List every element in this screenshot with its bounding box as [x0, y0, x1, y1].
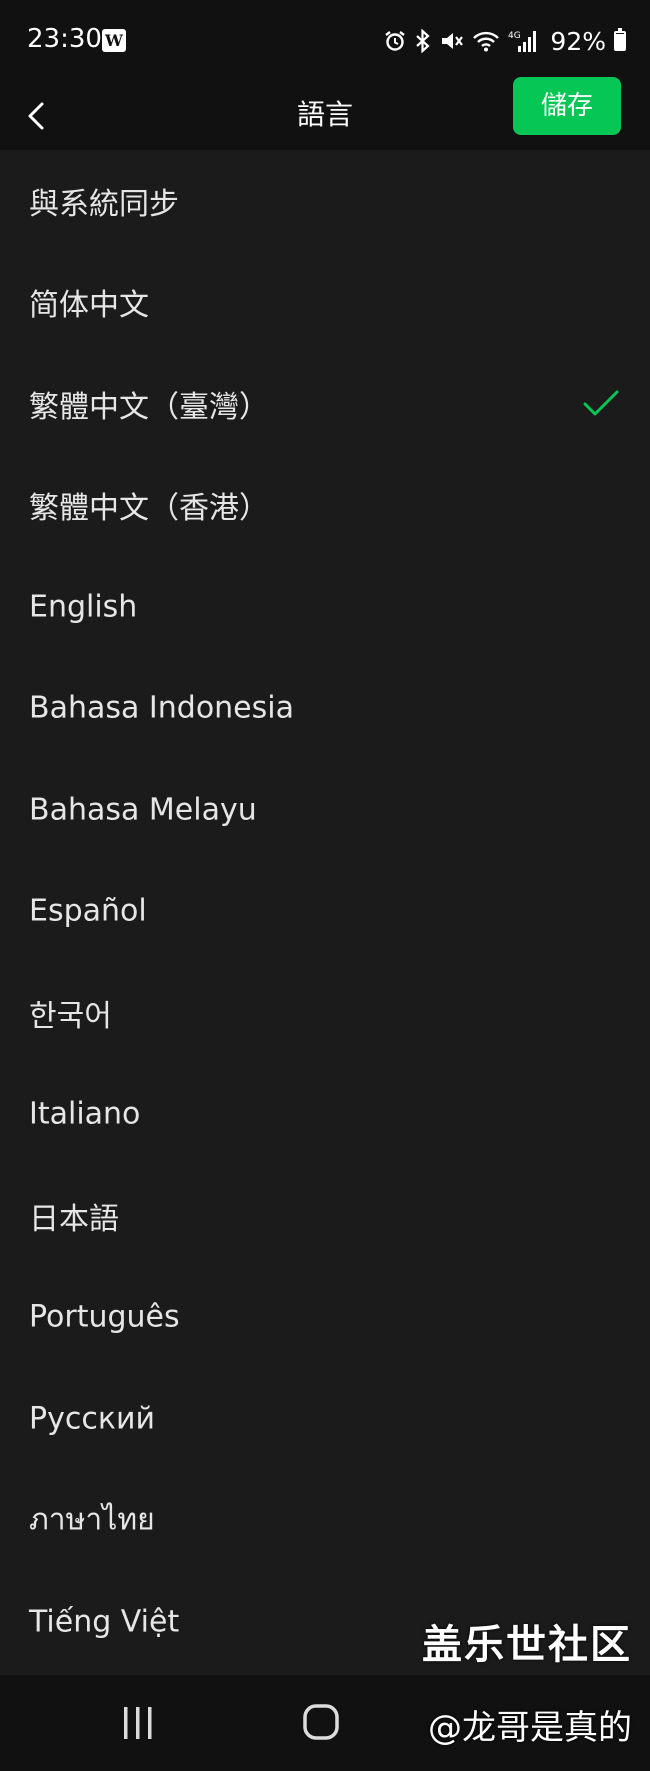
battery-icon	[614, 28, 626, 51]
bluetooth-icon	[416, 29, 431, 53]
alarm-icon	[385, 31, 406, 51]
language-item[interactable]: Bahasa Indonesia	[0, 658, 650, 760]
language-list: 與系統同步简体中文繁體中文（臺灣） 繁體中文（香港） English Bahasa I…	[0, 150, 650, 1675]
screen: 23:30 W 4G 92% 語言 儲存 與系統同步 简体中文 繁體中文（臺灣）…	[0, 0, 650, 1771]
language-item[interactable]: 简体中文	[0, 252, 650, 354]
home-button[interactable]	[302, 1703, 340, 1741]
wifi-icon	[473, 31, 500, 52]
language-label: Bahasa Melayu	[29, 792, 257, 828]
recents-icon	[124, 1707, 152, 1739]
watermark-handle: @龙哥是真的	[428, 1708, 632, 1748]
cellular-signal-icon: 4G	[508, 31, 537, 52]
battery-level	[616, 34, 624, 49]
language-item[interactable]: English	[0, 556, 650, 658]
language-label: 한국어	[29, 998, 112, 1034]
language-label: Português	[29, 1299, 180, 1335]
header: 語言 儲存	[0, 77, 650, 150]
status-time: 23:30	[27, 24, 102, 54]
home-icon	[303, 1704, 339, 1740]
language-item[interactable]: 繁體中文（臺灣）	[0, 353, 650, 455]
status-bar: 23:30 W 4G 92%	[0, 0, 650, 80]
language-label: Español	[29, 893, 147, 929]
language-label: 與系統同步	[29, 186, 179, 222]
battery-percent: 92%	[550, 26, 606, 56]
language-label: Italiano	[29, 1096, 141, 1132]
checkmark-icon	[583, 390, 619, 416]
language-item[interactable]: 日本語	[0, 1165, 650, 1267]
language-label: ภาษาไทย	[29, 1502, 155, 1538]
back-button[interactable]	[20, 90, 70, 140]
status-icons: 4G 92%	[384, 26, 626, 56]
svg-text:4G: 4G	[508, 31, 521, 41]
language-label: 日本語	[29, 1201, 119, 1237]
language-label: Tiếng Việt	[29, 1604, 180, 1640]
language-label: Русский	[29, 1401, 155, 1437]
save-button[interactable]: 儲存	[513, 77, 621, 135]
language-item[interactable]: 與系統同步	[0, 150, 650, 252]
language-item[interactable]: 繁體中文（香港）	[0, 455, 650, 557]
language-label: 简体中文	[29, 288, 149, 324]
language-item[interactable]: Русский	[0, 1368, 650, 1470]
app-notification-icon: W	[102, 29, 126, 52]
language-item[interactable]: Español	[0, 861, 650, 963]
mute-icon	[442, 33, 464, 49]
language-item[interactable]: Bahasa Melayu	[0, 759, 650, 861]
language-item[interactable]: 한국어	[0, 962, 650, 1064]
chevron-left-icon	[28, 102, 44, 130]
recents-button[interactable]	[118, 1705, 158, 1741]
language-label: Bahasa Indonesia	[29, 690, 294, 726]
language-item[interactable]: Português	[0, 1267, 650, 1369]
watermark-title: 盖乐世社区	[422, 1622, 632, 1668]
language-item[interactable]: ภาษาไทย	[0, 1470, 650, 1572]
language-label: 繁體中文（香港）	[29, 491, 269, 527]
language-label: English	[29, 589, 138, 625]
language-item[interactable]: Italiano	[0, 1064, 650, 1166]
language-label: 繁體中文（臺灣）	[29, 389, 269, 425]
